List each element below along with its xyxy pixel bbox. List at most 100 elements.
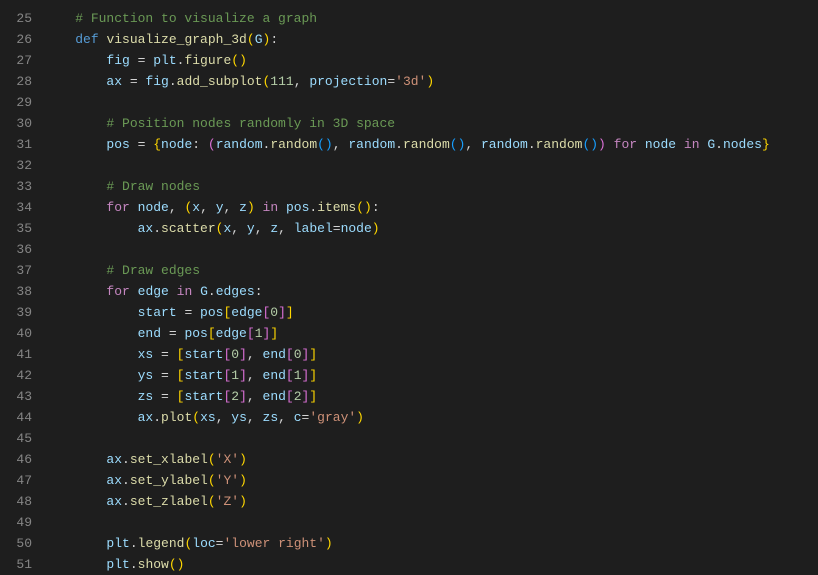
token: plt — [153, 50, 176, 71]
code-line[interactable]: xs = [start[0], end[0]] — [44, 344, 818, 365]
code-line[interactable]: plt.show() — [44, 554, 818, 575]
token: projection — [309, 71, 387, 92]
token: pos — [200, 302, 223, 323]
token: ] — [263, 323, 271, 344]
token: () — [356, 197, 372, 218]
token: ] — [309, 386, 317, 407]
indent — [44, 533, 106, 554]
token: 2 — [294, 386, 302, 407]
line-number: 49 — [0, 512, 32, 533]
code-line[interactable]: fig = plt.figure() — [44, 50, 818, 71]
code-line[interactable] — [44, 155, 818, 176]
code-line[interactable]: # Function to visualize a graph — [44, 8, 818, 29]
code-line[interactable] — [44, 239, 818, 260]
line-number: 26 — [0, 29, 32, 50]
token: 0 — [294, 344, 302, 365]
token: plot — [161, 407, 192, 428]
token: . — [528, 134, 536, 155]
token: = — [161, 323, 184, 344]
token: random — [481, 134, 528, 155]
token: ] — [239, 344, 247, 365]
code-line[interactable]: for edge in G.edges: — [44, 281, 818, 302]
token: # Function to visualize a graph — [75, 8, 317, 29]
code-line[interactable]: ys = [start[1], end[1]] — [44, 365, 818, 386]
token: # Draw nodes — [106, 176, 200, 197]
token: ] — [239, 365, 247, 386]
token: , — [247, 365, 263, 386]
indent — [44, 407, 138, 428]
token: . — [130, 554, 138, 575]
code-line[interactable]: ax = fig.add_subplot(111, projection='3d… — [44, 71, 818, 92]
token: ) — [239, 491, 247, 512]
code-line[interactable]: # Position nodes randomly in 3D space — [44, 113, 818, 134]
token: 0 — [270, 302, 278, 323]
token: , — [224, 197, 240, 218]
code-editor[interactable]: 2526272829303132333435363738394041424344… — [0, 0, 818, 574]
line-number: 27 — [0, 50, 32, 71]
code-area[interactable]: # Function to visualize a graph def visu… — [44, 0, 818, 574]
line-number: 38 — [0, 281, 32, 302]
code-line[interactable] — [44, 428, 818, 449]
code-line[interactable]: pos = {node: (random.random(), random.ra… — [44, 134, 818, 155]
token: , — [216, 407, 232, 428]
token: 1 — [231, 365, 239, 386]
code-line[interactable]: end = pos[edge[1]] — [44, 323, 818, 344]
token: ] — [278, 302, 286, 323]
code-line[interactable]: start = pos[edge[0]] — [44, 302, 818, 323]
code-line[interactable]: # Draw edges — [44, 260, 818, 281]
code-line[interactable]: # Draw nodes — [44, 176, 818, 197]
code-line[interactable]: ax.plot(xs, ys, zs, c='gray') — [44, 407, 818, 428]
code-line[interactable] — [44, 92, 818, 113]
token: end — [263, 365, 286, 386]
token: ) — [263, 29, 271, 50]
token: pos — [184, 323, 207, 344]
code-line[interactable]: plt.legend(loc='lower right') — [44, 533, 818, 554]
indent — [44, 281, 106, 302]
token: x — [192, 197, 200, 218]
token: , — [465, 134, 481, 155]
token: 'Y' — [216, 470, 239, 491]
code-line[interactable] — [44, 512, 818, 533]
token: . — [309, 197, 317, 218]
token: [ — [286, 365, 294, 386]
code-line[interactable]: ax.scatter(x, y, z, label=node) — [44, 218, 818, 239]
token: : — [270, 29, 278, 50]
token: [ — [286, 344, 294, 365]
token: [ — [177, 344, 185, 365]
code-line[interactable]: ax.set_zlabel('Z') — [44, 491, 818, 512]
token: loc — [192, 533, 215, 554]
code-line[interactable]: zs = [start[2], end[2]] — [44, 386, 818, 407]
token: edge — [216, 323, 247, 344]
line-number: 30 — [0, 113, 32, 134]
indent — [44, 92, 106, 113]
token: 1 — [255, 323, 263, 344]
code-line[interactable]: ax.set_ylabel('Y') — [44, 470, 818, 491]
code-line[interactable]: ax.set_xlabel('X') — [44, 449, 818, 470]
token: ( — [208, 470, 216, 491]
code-line[interactable]: for node, (x, y, z) in pos.items(): — [44, 197, 818, 218]
line-number: 44 — [0, 407, 32, 428]
line-number: 31 — [0, 134, 32, 155]
token: ( — [184, 197, 192, 218]
token: . — [122, 449, 130, 470]
indent — [44, 428, 106, 449]
token: ax — [138, 218, 154, 239]
code-line[interactable]: def visualize_graph_3d(G): — [44, 29, 818, 50]
token: x — [223, 218, 231, 239]
token: . — [122, 491, 130, 512]
token: plt — [106, 554, 129, 575]
token: for — [106, 281, 137, 302]
token: ] — [302, 365, 310, 386]
token: = — [153, 386, 176, 407]
token: for — [606, 134, 645, 155]
token: G — [707, 134, 715, 155]
indent — [44, 554, 106, 575]
token: } — [762, 134, 770, 155]
token: ) — [356, 407, 364, 428]
token: : — [192, 134, 208, 155]
token: , — [278, 218, 294, 239]
token: () — [169, 554, 185, 575]
token: in — [255, 197, 286, 218]
indent — [44, 302, 138, 323]
token: edges — [216, 281, 255, 302]
